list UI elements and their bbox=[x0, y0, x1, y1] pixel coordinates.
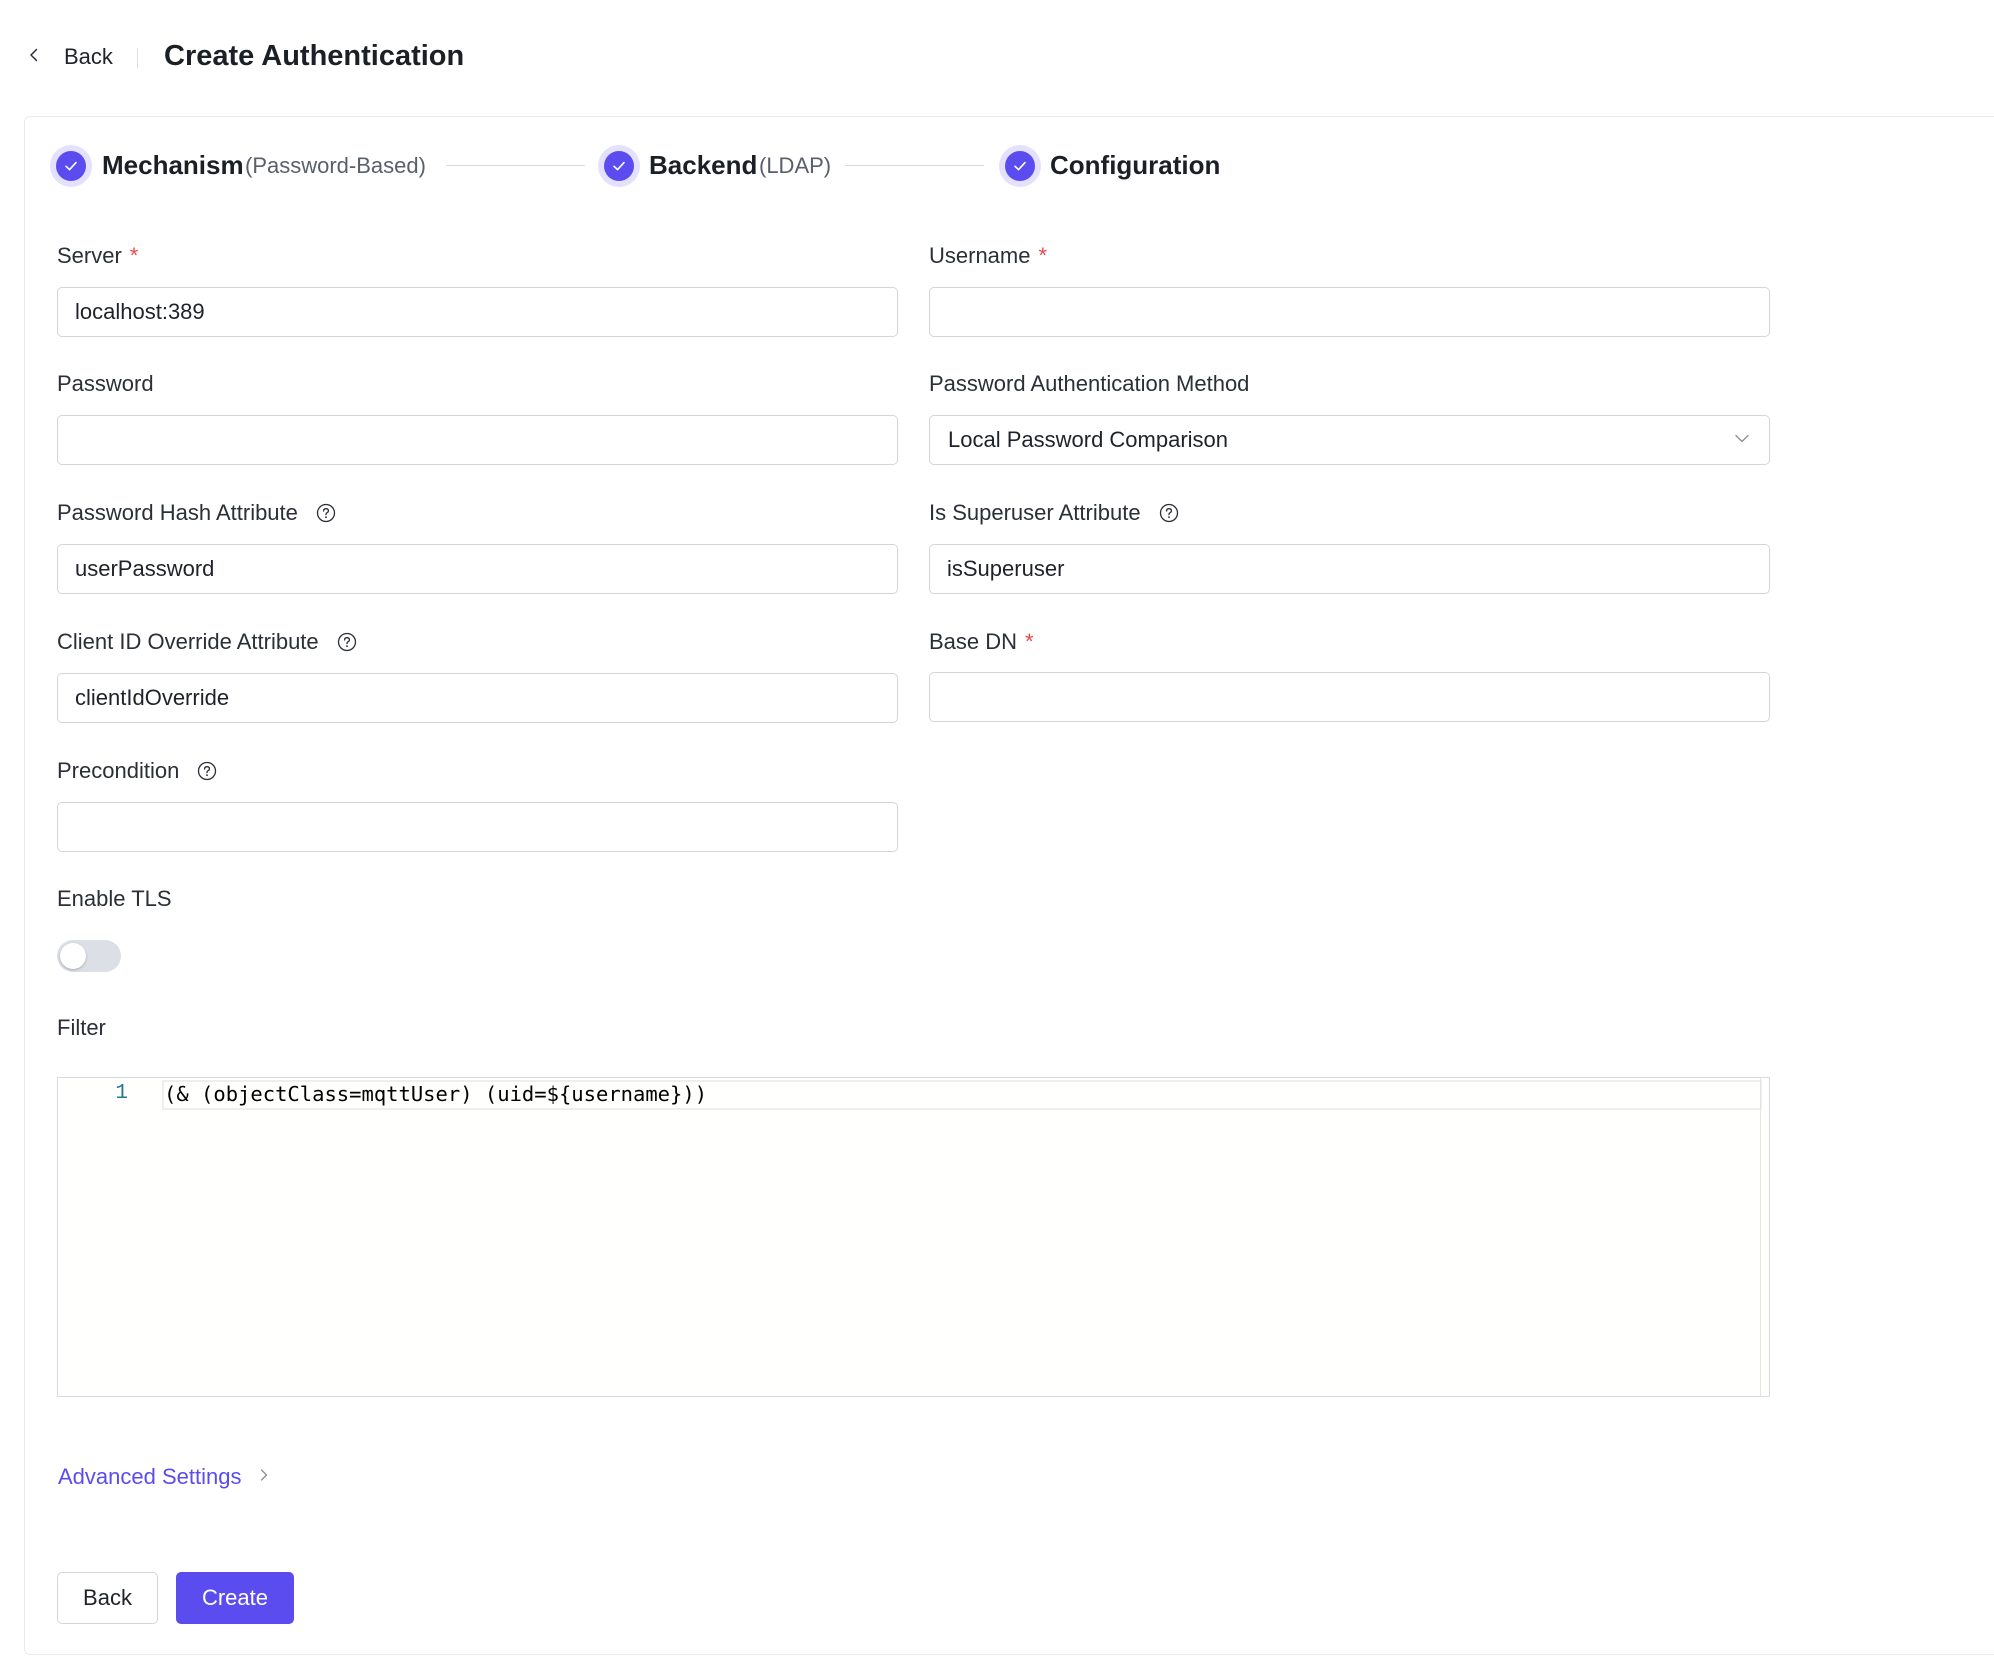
stepper: Mechanism (Password-Based) Backend (LDAP… bbox=[50, 142, 1250, 188]
auth-method-select[interactable]: Local Password Comparison bbox=[929, 415, 1770, 465]
filter-label-text: Filter bbox=[57, 1015, 106, 1040]
filter-code-editor[interactable]: 1 (& (objectClass=mqttUser) (uid=${usern… bbox=[57, 1077, 1770, 1397]
username-required-mark: * bbox=[1038, 243, 1048, 268]
username-input[interactable] bbox=[929, 287, 1770, 337]
advanced-settings-link[interactable]: Advanced Settings bbox=[58, 1464, 271, 1490]
step-connector-2 bbox=[845, 165, 984, 166]
form-card bbox=[24, 116, 1994, 1655]
chevron-left-icon bbox=[26, 47, 42, 68]
base-dn-label: Base DN * bbox=[929, 629, 1034, 655]
server-label-text: Server bbox=[57, 243, 122, 268]
enable-tls-label-text: Enable TLS bbox=[57, 886, 172, 911]
password-input[interactable] bbox=[57, 415, 898, 465]
filter-code-line: (& (objectClass=mqttUser) (uid=${usernam… bbox=[164, 1082, 708, 1106]
base-dn-required-mark: * bbox=[1025, 629, 1034, 654]
step-mechanism-check-icon bbox=[50, 145, 92, 187]
help-circle-icon[interactable] bbox=[316, 503, 336, 523]
auth-method-label: Password Authentication Method bbox=[929, 371, 1249, 397]
step-connector-1 bbox=[446, 165, 585, 166]
auth-method-value: Local Password Comparison bbox=[948, 427, 1229, 452]
step-backend-subtitle: (LDAP) bbox=[759, 153, 832, 178]
enable-tls-toggle[interactable] bbox=[57, 940, 121, 972]
create-button[interactable]: Create bbox=[176, 1572, 294, 1624]
superuser-attr-input[interactable] bbox=[929, 544, 1770, 594]
editor-scrollbar[interactable] bbox=[1760, 1078, 1761, 1396]
step-backend-check-icon bbox=[598, 145, 640, 187]
server-input[interactable] bbox=[57, 287, 898, 337]
step-mechanism-title: Mechanism bbox=[102, 150, 244, 180]
hash-attr-input[interactable] bbox=[57, 544, 898, 594]
password-label-text: Password bbox=[57, 371, 154, 396]
header-back-label: Back bbox=[64, 44, 113, 69]
base-dn-input[interactable] bbox=[929, 672, 1770, 722]
header-divider bbox=[137, 48, 138, 68]
header-back-link[interactable]: Back bbox=[26, 44, 113, 70]
precondition-input[interactable] bbox=[57, 802, 898, 852]
chevron-right-icon bbox=[241, 1468, 271, 1487]
client-id-attr-label-text: Client ID Override Attribute bbox=[57, 629, 319, 654]
precondition-label-text: Precondition bbox=[57, 758, 180, 783]
help-circle-icon[interactable] bbox=[337, 632, 357, 652]
help-circle-icon[interactable] bbox=[197, 761, 217, 781]
username-label-text: Username bbox=[929, 243, 1031, 268]
step-mechanism-subtitle: (Password-Based) bbox=[245, 153, 426, 178]
toggle-knob bbox=[60, 943, 86, 969]
line-number: 1 bbox=[115, 1082, 128, 1105]
help-circle-icon[interactable] bbox=[1159, 503, 1179, 523]
hash-attr-label-text: Password Hash Attribute bbox=[57, 500, 298, 525]
chevron-down-icon bbox=[1733, 429, 1751, 452]
server-required-mark: * bbox=[129, 243, 139, 268]
base-dn-label-text: Base DN bbox=[929, 629, 1018, 654]
client-id-attr-input[interactable] bbox=[57, 673, 898, 723]
filter-label: Filter bbox=[57, 1015, 106, 1041]
advanced-settings-label: Advanced Settings bbox=[58, 1464, 242, 1489]
enable-tls-label: Enable TLS bbox=[57, 886, 172, 912]
back-button[interactable]: Back bbox=[57, 1572, 158, 1624]
page-header: Back Create Authentication bbox=[0, 0, 1994, 116]
hash-attr-label: Password Hash Attribute bbox=[57, 500, 336, 526]
username-label: Username * bbox=[929, 243, 1047, 269]
password-label: Password bbox=[57, 371, 154, 397]
page-title: Create Authentication bbox=[164, 40, 465, 72]
precondition-label: Precondition bbox=[57, 758, 217, 784]
superuser-attr-label: Is Superuser Attribute bbox=[929, 500, 1179, 526]
step-configuration-check-icon bbox=[999, 145, 1041, 187]
step-backend-title: Backend bbox=[649, 150, 758, 180]
client-id-attr-label: Client ID Override Attribute bbox=[57, 629, 357, 655]
auth-method-label-text: Password Authentication Method bbox=[929, 371, 1250, 396]
step-configuration-title: Configuration bbox=[1050, 150, 1221, 180]
superuser-attr-label-text: Is Superuser Attribute bbox=[929, 500, 1141, 525]
server-label: Server * bbox=[57, 243, 138, 269]
